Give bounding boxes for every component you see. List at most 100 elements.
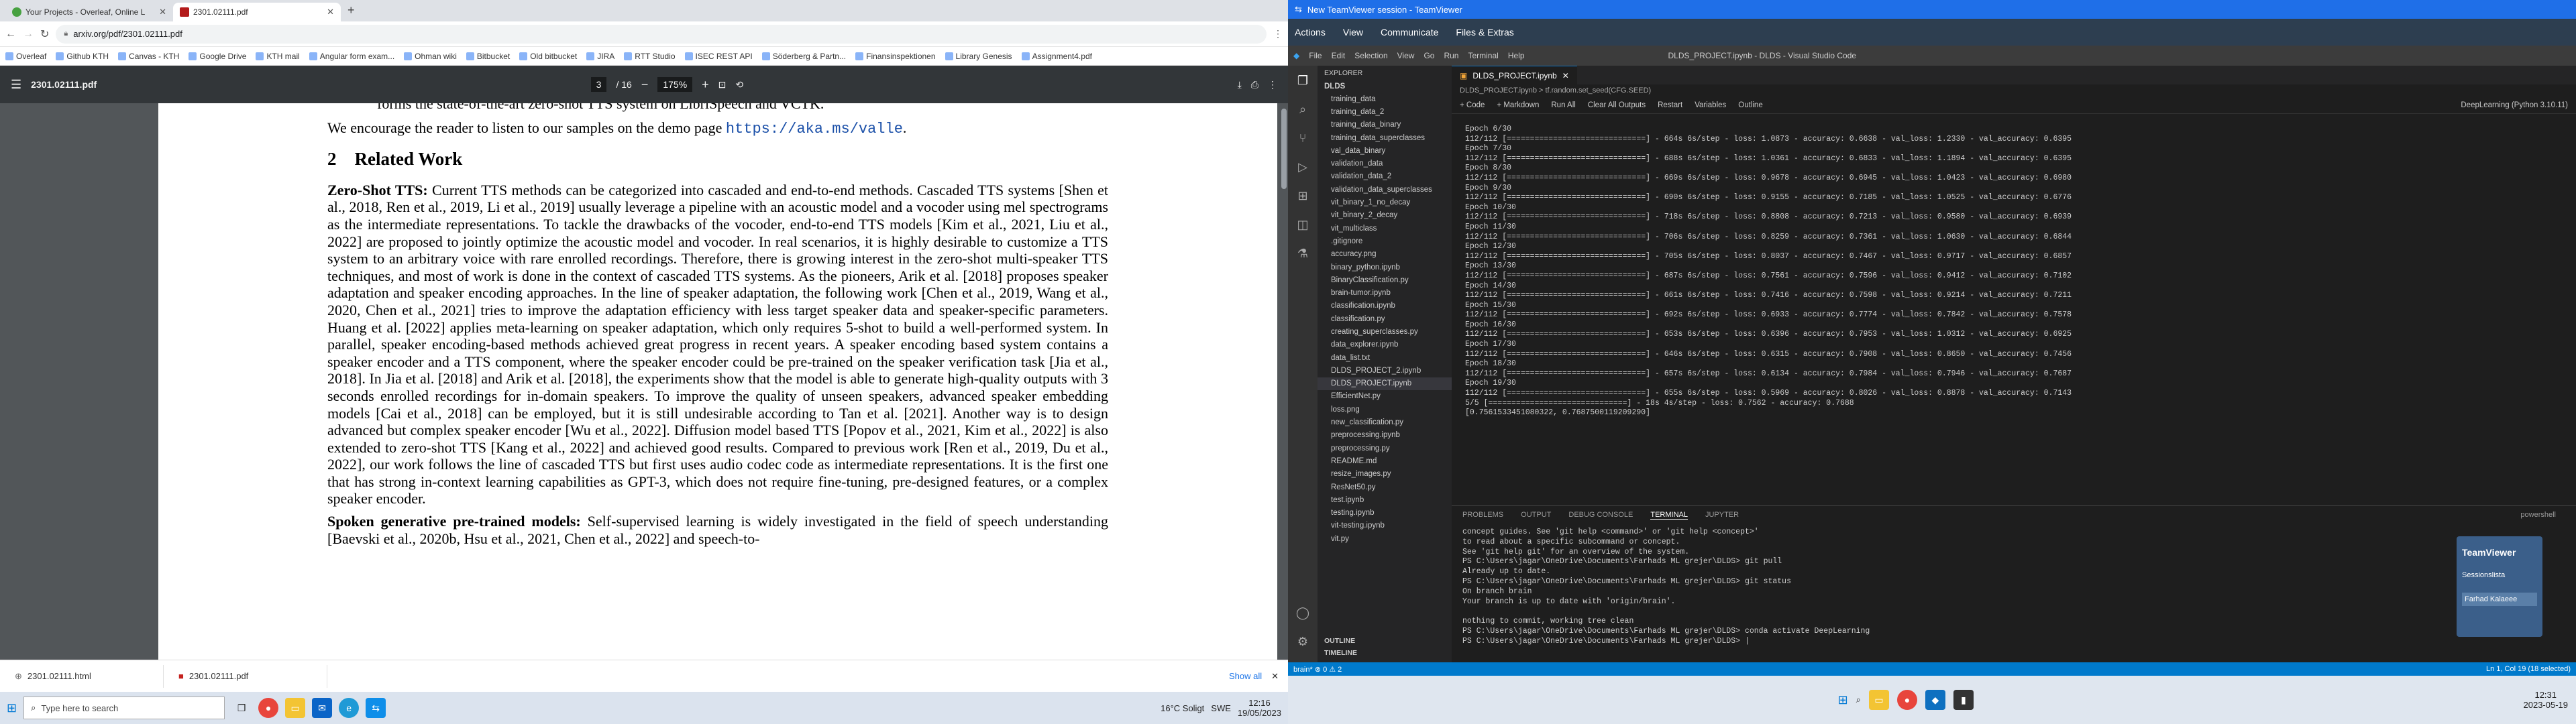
- search-icon[interactable]: ⌕: [1299, 103, 1306, 117]
- terminal-icon[interactable]: ▮: [1953, 690, 1974, 710]
- timeline-section[interactable]: TIMELINE: [1324, 649, 1357, 657]
- file-tree-item[interactable]: val_data_binary: [1318, 144, 1452, 157]
- bookmark-item[interactable]: Google Drive: [189, 52, 246, 61]
- account-icon[interactable]: ◯: [1296, 606, 1309, 620]
- panel-tab[interactable]: PROBLEMS: [1462, 511, 1503, 519]
- panel-tab[interactable]: JUPYTER: [1705, 511, 1739, 519]
- file-tree-item[interactable]: preprocessing.py: [1318, 442, 1452, 455]
- tv-menu-view[interactable]: View: [1343, 27, 1363, 38]
- bookmark-item[interactable]: Angular form exam...: [309, 52, 394, 61]
- file-tree-item[interactable]: loss.png: [1318, 403, 1452, 416]
- vscode-menu-item[interactable]: Help: [1508, 51, 1525, 60]
- file-tree-item[interactable]: binary_python.ipynb: [1318, 261, 1452, 274]
- file-tree-item[interactable]: DLDS_PROJECT_2.ipynb: [1318, 364, 1452, 377]
- windows-start-icon[interactable]: ⊞: [7, 701, 17, 715]
- tv-menu-communicate[interactable]: Communicate: [1381, 27, 1438, 38]
- weather-text[interactable]: 16°C Soligt: [1161, 703, 1204, 713]
- forward-icon[interactable]: →: [23, 28, 34, 40]
- file-tree-item[interactable]: vit.py: [1318, 532, 1452, 545]
- zoom-out-button[interactable]: −: [641, 78, 649, 92]
- file-tree-item[interactable]: testing.ipynb: [1318, 507, 1452, 520]
- teamviewer-taskbar-icon[interactable]: ⇆: [366, 698, 386, 718]
- cursor-position[interactable]: Ln 1, Col 19 (18 selected): [2486, 665, 2571, 673]
- tv-session-list[interactable]: Sessionslista: [2462, 571, 2537, 579]
- notebook-toolbar-button[interactable]: Clear All Outputs: [1588, 101, 1646, 109]
- bookmark-item[interactable]: Canvas - KTH: [118, 52, 179, 61]
- clock[interactable]: 12:16 19/05/2023: [1238, 698, 1281, 718]
- windows-start-icon[interactable]: ⊞: [1838, 693, 1848, 707]
- zoom-level-input[interactable]: 175%: [657, 77, 693, 92]
- notebook-toolbar-button[interactable]: + Markdown: [1497, 101, 1539, 109]
- file-tree-item[interactable]: BinaryClassification.py: [1318, 274, 1452, 286]
- file-tree-item[interactable]: creating_superclasses.py: [1318, 325, 1452, 338]
- vscode-menu-item[interactable]: File: [1309, 51, 1322, 60]
- vscode-menu-item[interactable]: Run: [1444, 51, 1458, 60]
- file-tree-item[interactable]: brain-tumor.ipynb: [1318, 286, 1452, 299]
- extensions-icon[interactable]: ⋮: [1273, 28, 1283, 40]
- zoom-in-button[interactable]: +: [702, 78, 709, 92]
- breadcrumb[interactable]: DLDS_PROJECT.ipynb > tf.random.set_seed(…: [1452, 84, 2576, 97]
- notebook-toolbar-button[interactable]: + Code: [1460, 101, 1485, 109]
- download-icon[interactable]: ⤓: [1238, 79, 1242, 90]
- bookmark-item[interactable]: Söderberg & Partn...: [761, 52, 846, 61]
- notebook-toolbar-button[interactable]: Outline: [1738, 101, 1762, 109]
- vscode-menu-item[interactable]: Edit: [1332, 51, 1346, 60]
- close-tab-icon[interactable]: ✕: [159, 7, 166, 17]
- page-number-input[interactable]: 3: [590, 77, 607, 92]
- bookmark-item[interactable]: Library Genesis: [945, 52, 1012, 61]
- bookmark-item[interactable]: JIRA: [586, 52, 614, 61]
- terminal-shell-selector[interactable]: powershell: [2520, 511, 2556, 519]
- bookmark-item[interactable]: RTT Studio: [624, 52, 676, 61]
- file-tree-item[interactable]: vit_multiclass: [1318, 222, 1452, 235]
- bookmark-item[interactable]: KTH mail: [256, 52, 300, 61]
- file-tree-item[interactable]: EfficientNet.py: [1318, 390, 1452, 403]
- download-item-html[interactable]: ⊕ 2301.02111.html: [9, 664, 164, 688]
- new-tab-icon[interactable]: +: [341, 3, 362, 21]
- vscode-menu-item[interactable]: View: [1397, 51, 1415, 60]
- source-control-icon[interactable]: ⑂: [1299, 131, 1307, 145]
- bookmark-item[interactable]: Ohman wiki: [404, 52, 457, 61]
- terminal-output[interactable]: concept guides. See 'git help <command>'…: [1452, 524, 2576, 647]
- file-tree-item[interactable]: vit_binary_1_no_decay: [1318, 196, 1452, 208]
- settings-gear-icon[interactable]: ⚙: [1297, 635, 1308, 649]
- file-tree-item[interactable]: classification.ipynb: [1318, 300, 1452, 312]
- bookmark-item[interactable]: ISEC REST API: [684, 52, 753, 61]
- browser-tab-pdf[interactable]: 2301.02111.pdf ✕: [173, 3, 341, 21]
- file-tree-item[interactable]: validation_data_superclasses: [1318, 183, 1452, 196]
- task-view-icon[interactable]: ❐: [231, 698, 252, 718]
- bookmark-item[interactable]: Bitbucket: [466, 52, 510, 61]
- bookmark-item[interactable]: Old bitbucket: [519, 52, 577, 61]
- file-tree-item[interactable]: data_explorer.ipynb: [1318, 339, 1452, 351]
- vscode-menu-item[interactable]: Selection: [1354, 51, 1387, 60]
- notebook-toolbar-button[interactable]: Run All: [1551, 101, 1575, 109]
- file-explorer-icon[interactable]: ▭: [1868, 690, 1889, 710]
- demo-link[interactable]: https://aka.ms/valle: [726, 121, 903, 137]
- search-icon[interactable]: ⌕: [1856, 695, 1861, 705]
- vscode-menu-item[interactable]: Terminal: [1468, 51, 1498, 60]
- chrome-icon[interactable]: ●: [258, 698, 279, 718]
- file-tree-item[interactable]: DLDS_PROJECT.ipynb: [1318, 377, 1452, 390]
- bookmark-item[interactable]: Github KTH: [56, 52, 109, 61]
- explorer-icon[interactable]: ❐: [1297, 74, 1308, 88]
- tv-partner-name[interactable]: Farhad Kalaeee: [2462, 593, 2537, 606]
- kernel-picker[interactable]: DeepLearning (Python 3.10.11): [2461, 101, 2568, 109]
- root-folder[interactable]: DLDS: [1318, 80, 1452, 93]
- file-tree-item[interactable]: vit_binary_2_decay: [1318, 209, 1452, 222]
- fit-page-icon[interactable]: ⊡: [718, 79, 727, 90]
- language-indicator[interactable]: SWE: [1211, 703, 1231, 713]
- omnibox[interactable]: 🔒︎ arxiv.org/pdf/2301.02111.pdf: [56, 24, 1267, 44]
- file-tree-item[interactable]: resize_images.py: [1318, 468, 1452, 481]
- file-tree-item[interactable]: preprocessing.ipynb: [1318, 429, 1452, 442]
- branch-status[interactable]: brain* ⊗ 0 ⚠ 2: [1293, 665, 1342, 674]
- chrome-icon[interactable]: ●: [1896, 690, 1917, 710]
- file-tree-item[interactable]: README.md: [1318, 455, 1452, 467]
- more-options-icon[interactable]: ⋮: [1268, 79, 1277, 90]
- file-tree-item[interactable]: ResNet50.py: [1318, 481, 1452, 493]
- notebook-toolbar-button[interactable]: Variables: [1695, 101, 1726, 109]
- vscode-taskbar-icon[interactable]: ◆: [1925, 690, 1945, 710]
- file-tree-item[interactable]: training_data_superclasses: [1318, 131, 1452, 144]
- file-tree-item[interactable]: vit-testing.ipynb: [1318, 520, 1452, 532]
- close-shelf-icon[interactable]: ✕: [1271, 671, 1279, 682]
- taskbar-search-box[interactable]: ⌕ Type here to search: [23, 697, 225, 719]
- vscode-menu-item[interactable]: Go: [1424, 51, 1434, 60]
